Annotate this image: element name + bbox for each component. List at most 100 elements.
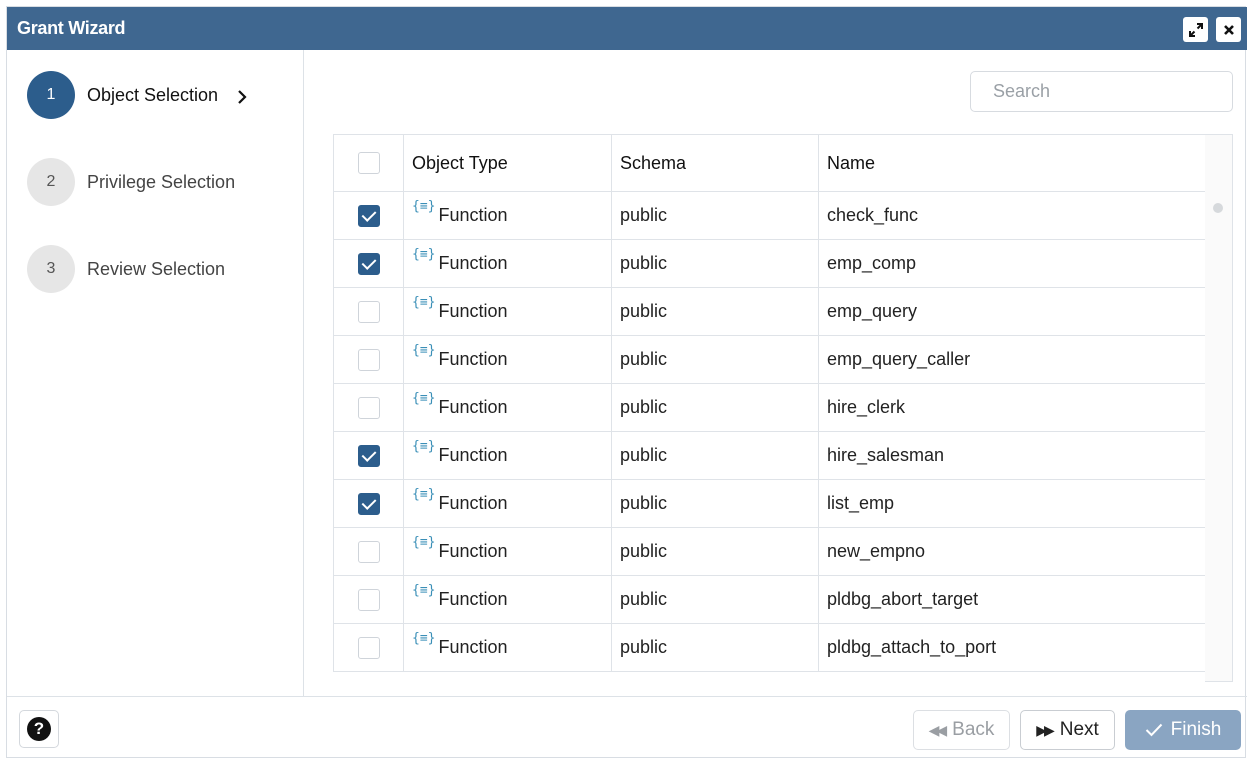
row-checkbox[interactable]: [357, 348, 380, 371]
object-type-cell: {≡} Function: [403, 383, 612, 432]
row-checkbox[interactable]: [357, 588, 380, 611]
schema-cell: public: [611, 623, 819, 672]
name-cell: new_empno: [818, 527, 1206, 576]
header-checkbox-cell: [333, 134, 404, 192]
back-label: Back: [952, 719, 995, 740]
back-button[interactable]: ◀◀ Back: [913, 710, 1010, 750]
function-icon: {≡}: [412, 295, 436, 310]
row-checkbox-cell: [333, 239, 404, 288]
table-row[interactable]: {≡} Function public hire_clerk: [333, 383, 1206, 432]
table-row[interactable]: {≡} Function public new_empno: [333, 527, 1206, 576]
row-checkbox-cell: [333, 575, 404, 624]
step-label: Privilege Selection: [87, 172, 236, 192]
table-row[interactable]: {≡} Function public emp_query_caller: [333, 335, 1206, 384]
schema-cell: public: [611, 383, 819, 432]
finish-button[interactable]: Finish: [1125, 710, 1241, 750]
row-checkbox[interactable]: [357, 492, 380, 515]
object-type-cell: {≡} Function: [403, 623, 612, 672]
object-type-text: Function: [438, 301, 508, 321]
select-all-checkbox[interactable]: [357, 152, 380, 175]
step-review-selection[interactable]: 3 Review Selection: [27, 245, 297, 293]
table-row[interactable]: {≡} Function public emp_comp: [333, 239, 1206, 288]
object-type-text: Function: [438, 493, 508, 513]
maximize-button[interactable]: [1183, 17, 1208, 42]
check-icon: [1145, 723, 1162, 737]
close-button[interactable]: [1216, 17, 1241, 42]
name-cell: check_func: [818, 191, 1206, 240]
search-input[interactable]: [970, 71, 1233, 112]
name-cell: hire_clerk: [818, 383, 1206, 432]
row-checkbox[interactable]: [357, 300, 380, 323]
next-button[interactable]: ▶▶ Next: [1020, 710, 1115, 750]
row-checkbox[interactable]: [357, 396, 380, 419]
schema-cell: public: [611, 479, 819, 528]
column-header-schema[interactable]: Schema: [611, 134, 819, 192]
chevron-right-icon: [238, 90, 247, 104]
row-checkbox[interactable]: [357, 252, 380, 275]
row-checkbox-cell: [333, 431, 404, 480]
step-label: Review Selection: [87, 259, 226, 279]
object-type-text: Function: [438, 445, 508, 465]
table-row[interactable]: {≡} Function public check_func: [333, 191, 1206, 240]
object-type-text: Function: [438, 253, 508, 273]
object-type-text: Function: [438, 541, 508, 561]
row-checkbox-cell: [333, 335, 404, 384]
function-icon: {≡}: [412, 199, 436, 214]
row-checkbox-cell: [333, 479, 404, 528]
scrollbar-thumb[interactable]: [1213, 203, 1223, 213]
back-icon: ◀◀: [928, 721, 947, 738]
function-icon: {≡}: [412, 247, 436, 262]
table-row[interactable]: {≡} Function public emp_query: [333, 287, 1206, 336]
function-icon: {≡}: [412, 487, 436, 502]
row-checkbox-cell: [333, 287, 404, 336]
table-row[interactable]: {≡} Function public list_emp: [333, 479, 1206, 528]
name-cell: pldbg_abort_target: [818, 575, 1206, 624]
step-privilege-selection[interactable]: 2 Privilege Selection: [27, 158, 297, 206]
object-type-text: Function: [438, 205, 508, 225]
table-row[interactable]: {≡} Function public pldbg_attach_to_port: [333, 623, 1206, 672]
function-icon: {≡}: [412, 631, 436, 646]
next-icon: ▶▶: [1036, 721, 1054, 738]
row-checkbox[interactable]: [357, 540, 380, 563]
function-icon: {≡}: [412, 535, 436, 550]
wizard-footer: ? ◀◀ Back ▶▶ Next Finish: [7, 696, 1247, 759]
object-type-text: Function: [438, 397, 508, 417]
row-checkbox[interactable]: [357, 444, 380, 467]
object-type-cell: {≡} Function: [403, 527, 612, 576]
object-type-cell: {≡} Function: [403, 575, 612, 624]
row-checkbox-cell: [333, 623, 404, 672]
column-header-name[interactable]: Name: [818, 134, 1206, 192]
schema-cell: public: [611, 287, 819, 336]
object-type-cell: {≡} Function: [403, 335, 612, 384]
name-cell: list_emp: [818, 479, 1206, 528]
object-type-text: Function: [438, 637, 508, 657]
expand-icon: [1188, 22, 1203, 37]
step-label: Object Selection: [87, 85, 219, 105]
schema-cell: public: [611, 335, 819, 384]
object-type-cell: {≡} Function: [403, 479, 612, 528]
row-checkbox-cell: [333, 191, 404, 240]
title-bar: Grant Wizard: [7, 7, 1247, 50]
function-icon: {≡}: [412, 343, 436, 358]
row-checkbox-cell: [333, 383, 404, 432]
table-row[interactable]: {≡} Function public pldbg_abort_target: [333, 575, 1206, 624]
object-type-text: Function: [438, 349, 508, 369]
column-header-object-type[interactable]: Object Type: [403, 134, 612, 192]
name-cell: pldbg_attach_to_port: [818, 623, 1206, 672]
row-checkbox[interactable]: [357, 204, 380, 227]
help-icon: ?: [27, 717, 51, 741]
table-scrollbar[interactable]: [1205, 134, 1233, 682]
name-cell: emp_comp: [818, 239, 1206, 288]
name-cell: hire_salesman: [818, 431, 1206, 480]
window-title: Grant Wizard: [17, 18, 126, 38]
step-object-selection[interactable]: 1 Object Selection: [27, 71, 297, 119]
row-checkbox[interactable]: [357, 636, 380, 659]
finish-label: Finish: [1170, 719, 1222, 740]
help-button[interactable]: ?: [19, 710, 59, 748]
schema-cell: public: [611, 191, 819, 240]
step-number: 2: [27, 158, 75, 206]
grant-wizard-dialog: Grant Wizard 1 Object Selection 2 Privil…: [6, 6, 1247, 759]
table-row[interactable]: {≡} Function public hire_salesman: [333, 431, 1206, 480]
function-icon: {≡}: [412, 583, 436, 598]
schema-cell: public: [611, 239, 819, 288]
